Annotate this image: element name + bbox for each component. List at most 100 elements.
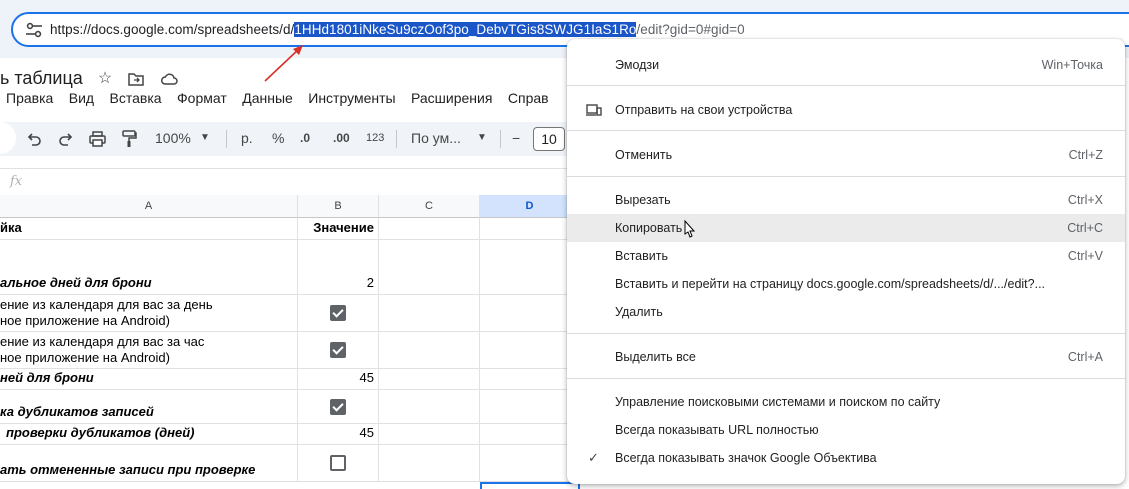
cell-d4[interactable] xyxy=(480,295,580,332)
menu-item-send-to-devices[interactable]: Отправить на свои устройства xyxy=(567,96,1125,124)
menu-divider xyxy=(567,176,1125,177)
column-header-d[interactable]: D xyxy=(480,195,580,218)
cell-b1[interactable]: Значение xyxy=(298,218,379,240)
star-icon[interactable]: ☆ xyxy=(96,70,114,88)
column-header-a[interactable]: A xyxy=(0,195,298,218)
currency-format-button[interactable]: р. xyxy=(241,128,253,148)
font-dropdown-arrow-icon[interactable]: ▼ xyxy=(477,128,487,148)
menu-help[interactable]: Справ xyxy=(508,90,549,106)
spreadsheet-grid[interactable]: A B C D йка Значение альное дней для бро… xyxy=(0,195,620,489)
paint-format-icon[interactable] xyxy=(121,130,137,148)
cell-a3[interactable]: альное дней для брони xyxy=(0,273,298,295)
cell-text: йка xyxy=(0,220,22,235)
menu-item-paste[interactable]: Вставить Ctrl+V xyxy=(567,242,1125,270)
undo-icon[interactable] xyxy=(26,131,42,147)
cell-b8[interactable]: 45 xyxy=(298,424,379,445)
cell-a4[interactable]: ение из календаря для вас за день ное пр… xyxy=(0,295,298,332)
cell-c4[interactable] xyxy=(379,295,480,332)
cell-c8[interactable] xyxy=(379,424,480,445)
checkbox-checked[interactable] xyxy=(330,305,346,321)
url-text[interactable]: https://docs.google.com/spreadsheets/d/1… xyxy=(50,22,745,37)
cell-d9[interactable] xyxy=(480,445,580,482)
menu-insert[interactable]: Вставка xyxy=(110,90,162,106)
cell-c3[interactable] xyxy=(379,273,480,295)
menu-item-shortcut: Ctrl+Z xyxy=(1068,148,1103,162)
document-title[interactable]: ь таблица xyxy=(0,68,83,89)
move-folder-icon[interactable] xyxy=(127,70,145,88)
font-size-input[interactable]: 10 xyxy=(533,127,565,151)
menu-item-paste-and-go[interactable]: Вставить и перейти на страницу docs.goog… xyxy=(567,270,1125,298)
cell-c5[interactable] xyxy=(379,332,480,369)
url-selected-text: 1HHd1801iNkeSu9czOof3po_DebvTGis8SWJG1Ia… xyxy=(294,22,637,37)
cell-d8[interactable] xyxy=(480,424,580,445)
cell-c9[interactable] xyxy=(379,445,480,482)
formula-bar[interactable]: fx xyxy=(0,168,600,194)
menu-item-label: Всегда показывать URL полностью xyxy=(615,423,819,437)
cell-c6[interactable] xyxy=(379,369,480,390)
menu-item-always-show-lens-icon[interactable]: ✓ Всегда показывать значок Google Объект… xyxy=(567,444,1125,472)
menu-item-label: Копировать xyxy=(615,221,683,235)
cloud-saved-icon[interactable] xyxy=(160,70,178,88)
column-header-c[interactable]: C xyxy=(379,195,480,218)
cell-b5[interactable] xyxy=(298,332,379,369)
checkbox-checked[interactable] xyxy=(330,399,346,415)
menu-format[interactable]: Формат xyxy=(177,90,227,106)
menu-item-label: Эмодзи xyxy=(615,58,660,72)
cell-d1[interactable] xyxy=(480,218,580,240)
menu-item-delete[interactable]: Удалить xyxy=(567,298,1125,326)
menu-item-always-show-full-url[interactable]: Всегда показывать URL полностью xyxy=(567,416,1125,444)
checkbox-checked[interactable] xyxy=(330,342,346,358)
context-menu: Эмодзи Win+Точка Отправить на свои устро… xyxy=(567,39,1125,484)
zoom-dropdown-arrow-icon[interactable]: ▼ xyxy=(200,128,210,148)
menu-tools[interactable]: Инструменты xyxy=(308,90,395,106)
menu-item-emoji[interactable]: Эмодзи Win+Точка xyxy=(567,51,1125,79)
cell-d7[interactable] xyxy=(480,390,580,424)
menu-item-undo[interactable]: Отменить Ctrl+Z xyxy=(567,141,1125,169)
cell-a8[interactable]: проверки дубликатов (дней) xyxy=(0,424,298,445)
increase-decimal-button[interactable]: .00 xyxy=(333,128,350,148)
cell-a7[interactable]: ка дубликатов записей xyxy=(0,390,298,424)
zoom-select[interactable]: 100% xyxy=(155,128,191,148)
site-settings-icon[interactable] xyxy=(25,22,43,38)
cell-b7[interactable] xyxy=(298,390,379,424)
menu-item-cut[interactable]: Вырезать Ctrl+X xyxy=(567,186,1125,214)
decrease-decimal-button[interactable]: .0 xyxy=(300,128,310,148)
menu-item-manage-search-engines[interactable]: Управление поисковыми системами и поиско… xyxy=(567,388,1125,416)
menu-edit[interactable]: Правка xyxy=(6,90,53,106)
menu-divider xyxy=(567,130,1125,131)
menu-item-label: Вставить xyxy=(615,249,668,263)
cell-b4[interactable] xyxy=(298,295,379,332)
cell-c1[interactable] xyxy=(379,218,480,240)
cell-b3[interactable]: 2 xyxy=(298,273,379,295)
cell-a9[interactable]: ать отмененные записи при проверке xyxy=(0,445,298,482)
cell-text: проверки дубликатов (дней) xyxy=(6,425,195,440)
cell-text: ение из календаря для вас за день ное пр… xyxy=(0,297,213,328)
menu-view[interactable]: Вид xyxy=(69,90,94,106)
menu-item-shortcut: Win+Точка xyxy=(1041,58,1103,72)
menu-divider xyxy=(567,378,1125,379)
cell-a5[interactable]: ение из календаря для вас за час ное при… xyxy=(0,332,298,369)
menu-item-copy[interactable]: Копировать Ctrl+C xyxy=(567,214,1125,242)
menu-data[interactable]: Данные xyxy=(242,90,293,106)
font-select[interactable]: По ум... xyxy=(411,128,461,148)
print-icon[interactable] xyxy=(89,131,106,147)
percent-format-button[interactable]: % xyxy=(272,128,284,148)
cell-a6[interactable]: ней для брони xyxy=(0,369,298,390)
column-header-b[interactable]: B xyxy=(298,195,379,218)
cell-c7[interactable] xyxy=(379,390,480,424)
cell-d5[interactable] xyxy=(480,332,580,369)
menu-item-label: Вставить и перейти на страницу docs.goog… xyxy=(615,277,1046,291)
cell-b6[interactable]: 45 xyxy=(298,369,379,390)
decrease-font-size-button[interactable]: − xyxy=(512,128,520,148)
cell-b9[interactable] xyxy=(298,445,379,482)
toolbar-divider xyxy=(396,130,397,148)
cell-d3[interactable] xyxy=(480,273,580,295)
menu-extensions[interactable]: Расширения xyxy=(411,90,492,106)
cell-a1[interactable]: йка xyxy=(0,218,298,240)
checkbox-unchecked[interactable] xyxy=(330,455,346,471)
menu-item-select-all[interactable]: Выделить все Ctrl+A xyxy=(567,343,1125,371)
number-format-button[interactable]: 123 xyxy=(366,128,384,148)
menu-divider xyxy=(567,85,1125,86)
cell-d6[interactable] xyxy=(480,369,580,390)
redo-icon[interactable] xyxy=(58,131,74,147)
